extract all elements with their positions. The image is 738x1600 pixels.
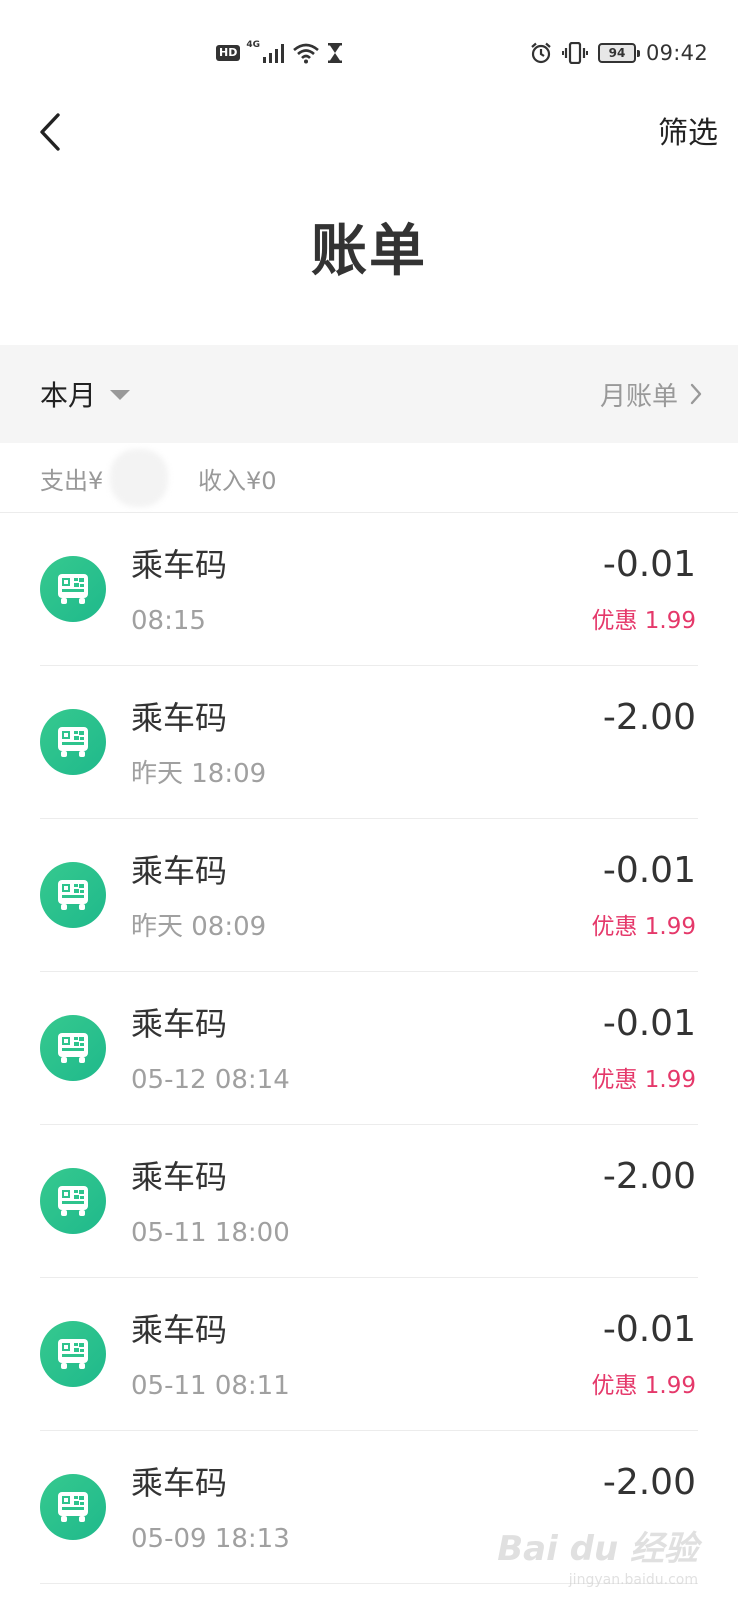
- transaction-time: 05-11 08:11: [131, 1371, 290, 1401]
- bus-code-icon: [40, 862, 106, 928]
- bus-code-icon: [40, 1474, 106, 1540]
- transaction-time: 05-12 08:14: [131, 1065, 290, 1095]
- transaction-title: 乘车码: [131, 852, 228, 890]
- battery-indicator: 94: [597, 43, 640, 63]
- transaction-amount: -0.01: [602, 1309, 696, 1350]
- transaction-amount: -0.01: [602, 850, 696, 891]
- transaction-list: 乘车码 08:15 -0.01 优惠 1.99 乘车码 昨天 18:09 -2.…: [0, 513, 738, 1584]
- hourglass-icon: [328, 43, 342, 63]
- back-button[interactable]: [28, 108, 72, 156]
- expense-summary: 支出¥: [40, 466, 104, 495]
- caret-down-icon: [110, 390, 131, 400]
- signal-icon: [263, 44, 284, 63]
- transaction-discount: 优惠 1.99: [591, 914, 696, 940]
- monthly-bill-link[interactable]: 月账单: [600, 345, 702, 443]
- page-title: 账单: [311, 219, 427, 284]
- chevron-right-icon: [690, 383, 702, 405]
- hd-badge: HD: [216, 45, 241, 61]
- bus-code-icon: [40, 1321, 106, 1387]
- transaction-amount: -0.01: [602, 1003, 696, 1044]
- transaction-row[interactable]: 乘车码 05-12 08:14 -0.01 优惠 1.99: [0, 972, 738, 1125]
- transaction-title: 乘车码: [131, 1158, 228, 1196]
- watermark-url: jingyan.baidu.com: [568, 1572, 698, 1588]
- status-time: 09:42: [645, 41, 708, 65]
- network-label: 4G: [246, 40, 260, 50]
- wifi-icon: [293, 43, 319, 64]
- baidu-watermark: Bai du 经验 jingyan.baidu.com: [497, 1521, 698, 1588]
- status-bar: HD 4G 94 09:42: [0, 0, 738, 104]
- income-summary: 收入¥0: [198, 466, 277, 495]
- summary-bar: 支出¥ 收入¥0: [0, 443, 738, 513]
- transaction-row[interactable]: 乘车码 05-11 18:00 -2.00: [0, 1125, 738, 1278]
- bus-code-icon: [40, 1168, 106, 1234]
- watermark-logo: Bai du 经验: [497, 1529, 698, 1569]
- transaction-time: 08:15: [131, 606, 206, 636]
- transaction-discount: 优惠 1.99: [591, 1067, 696, 1093]
- status-left: HD 4G: [216, 38, 344, 68]
- filter-button[interactable]: 筛选: [658, 114, 718, 154]
- transaction-time: 05-11 18:00: [131, 1218, 290, 1248]
- transaction-amount: -2.00: [602, 1156, 696, 1197]
- transaction-row[interactable]: 乘车码 08:15 -0.01 优惠 1.99: [0, 513, 738, 666]
- bus-code-icon: [40, 1015, 106, 1081]
- transaction-discount: 优惠 1.99: [591, 608, 696, 634]
- transaction-discount: 优惠 1.99: [591, 1373, 696, 1399]
- transaction-time: 昨天 18:09: [131, 759, 267, 789]
- monthly-bill-label: 月账单: [599, 381, 678, 412]
- transaction-row[interactable]: 乘车码 昨天 18:09 -2.00: [0, 666, 738, 819]
- alarm-icon: [531, 42, 551, 64]
- transaction-title: 乘车码: [131, 546, 228, 584]
- transaction-time: 05-09 18:13: [131, 1524, 290, 1554]
- transaction-row[interactable]: 乘车码 05-11 08:11 -0.01 优惠 1.99: [0, 1278, 738, 1431]
- transaction-title: 乘车码: [131, 1005, 228, 1043]
- month-label: 本月: [40, 379, 97, 412]
- transaction-title: 乘车码: [131, 1311, 228, 1349]
- vibrate-icon: [561, 42, 588, 64]
- month-selector[interactable]: 本月: [40, 345, 131, 443]
- back-arrow-icon: [40, 113, 60, 151]
- transaction-row[interactable]: 乘车码 昨天 08:09 -0.01 优惠 1.99: [0, 819, 738, 972]
- redacted-amount: [110, 449, 168, 507]
- bus-code-icon: [40, 709, 106, 775]
- month-bar: 本月 月账单: [0, 345, 738, 443]
- bus-code-icon: [40, 556, 106, 622]
- status-right: 94 09:42: [530, 38, 708, 68]
- transaction-title: 乘车码: [131, 699, 228, 737]
- transaction-time: 昨天 08:09: [131, 912, 267, 942]
- transaction-amount: -2.00: [602, 697, 696, 738]
- transaction-title: 乘车码: [131, 1464, 228, 1502]
- battery-level: 94: [608, 46, 626, 60]
- transaction-amount: -2.00: [602, 1462, 696, 1503]
- transaction-amount: -0.01: [602, 544, 696, 585]
